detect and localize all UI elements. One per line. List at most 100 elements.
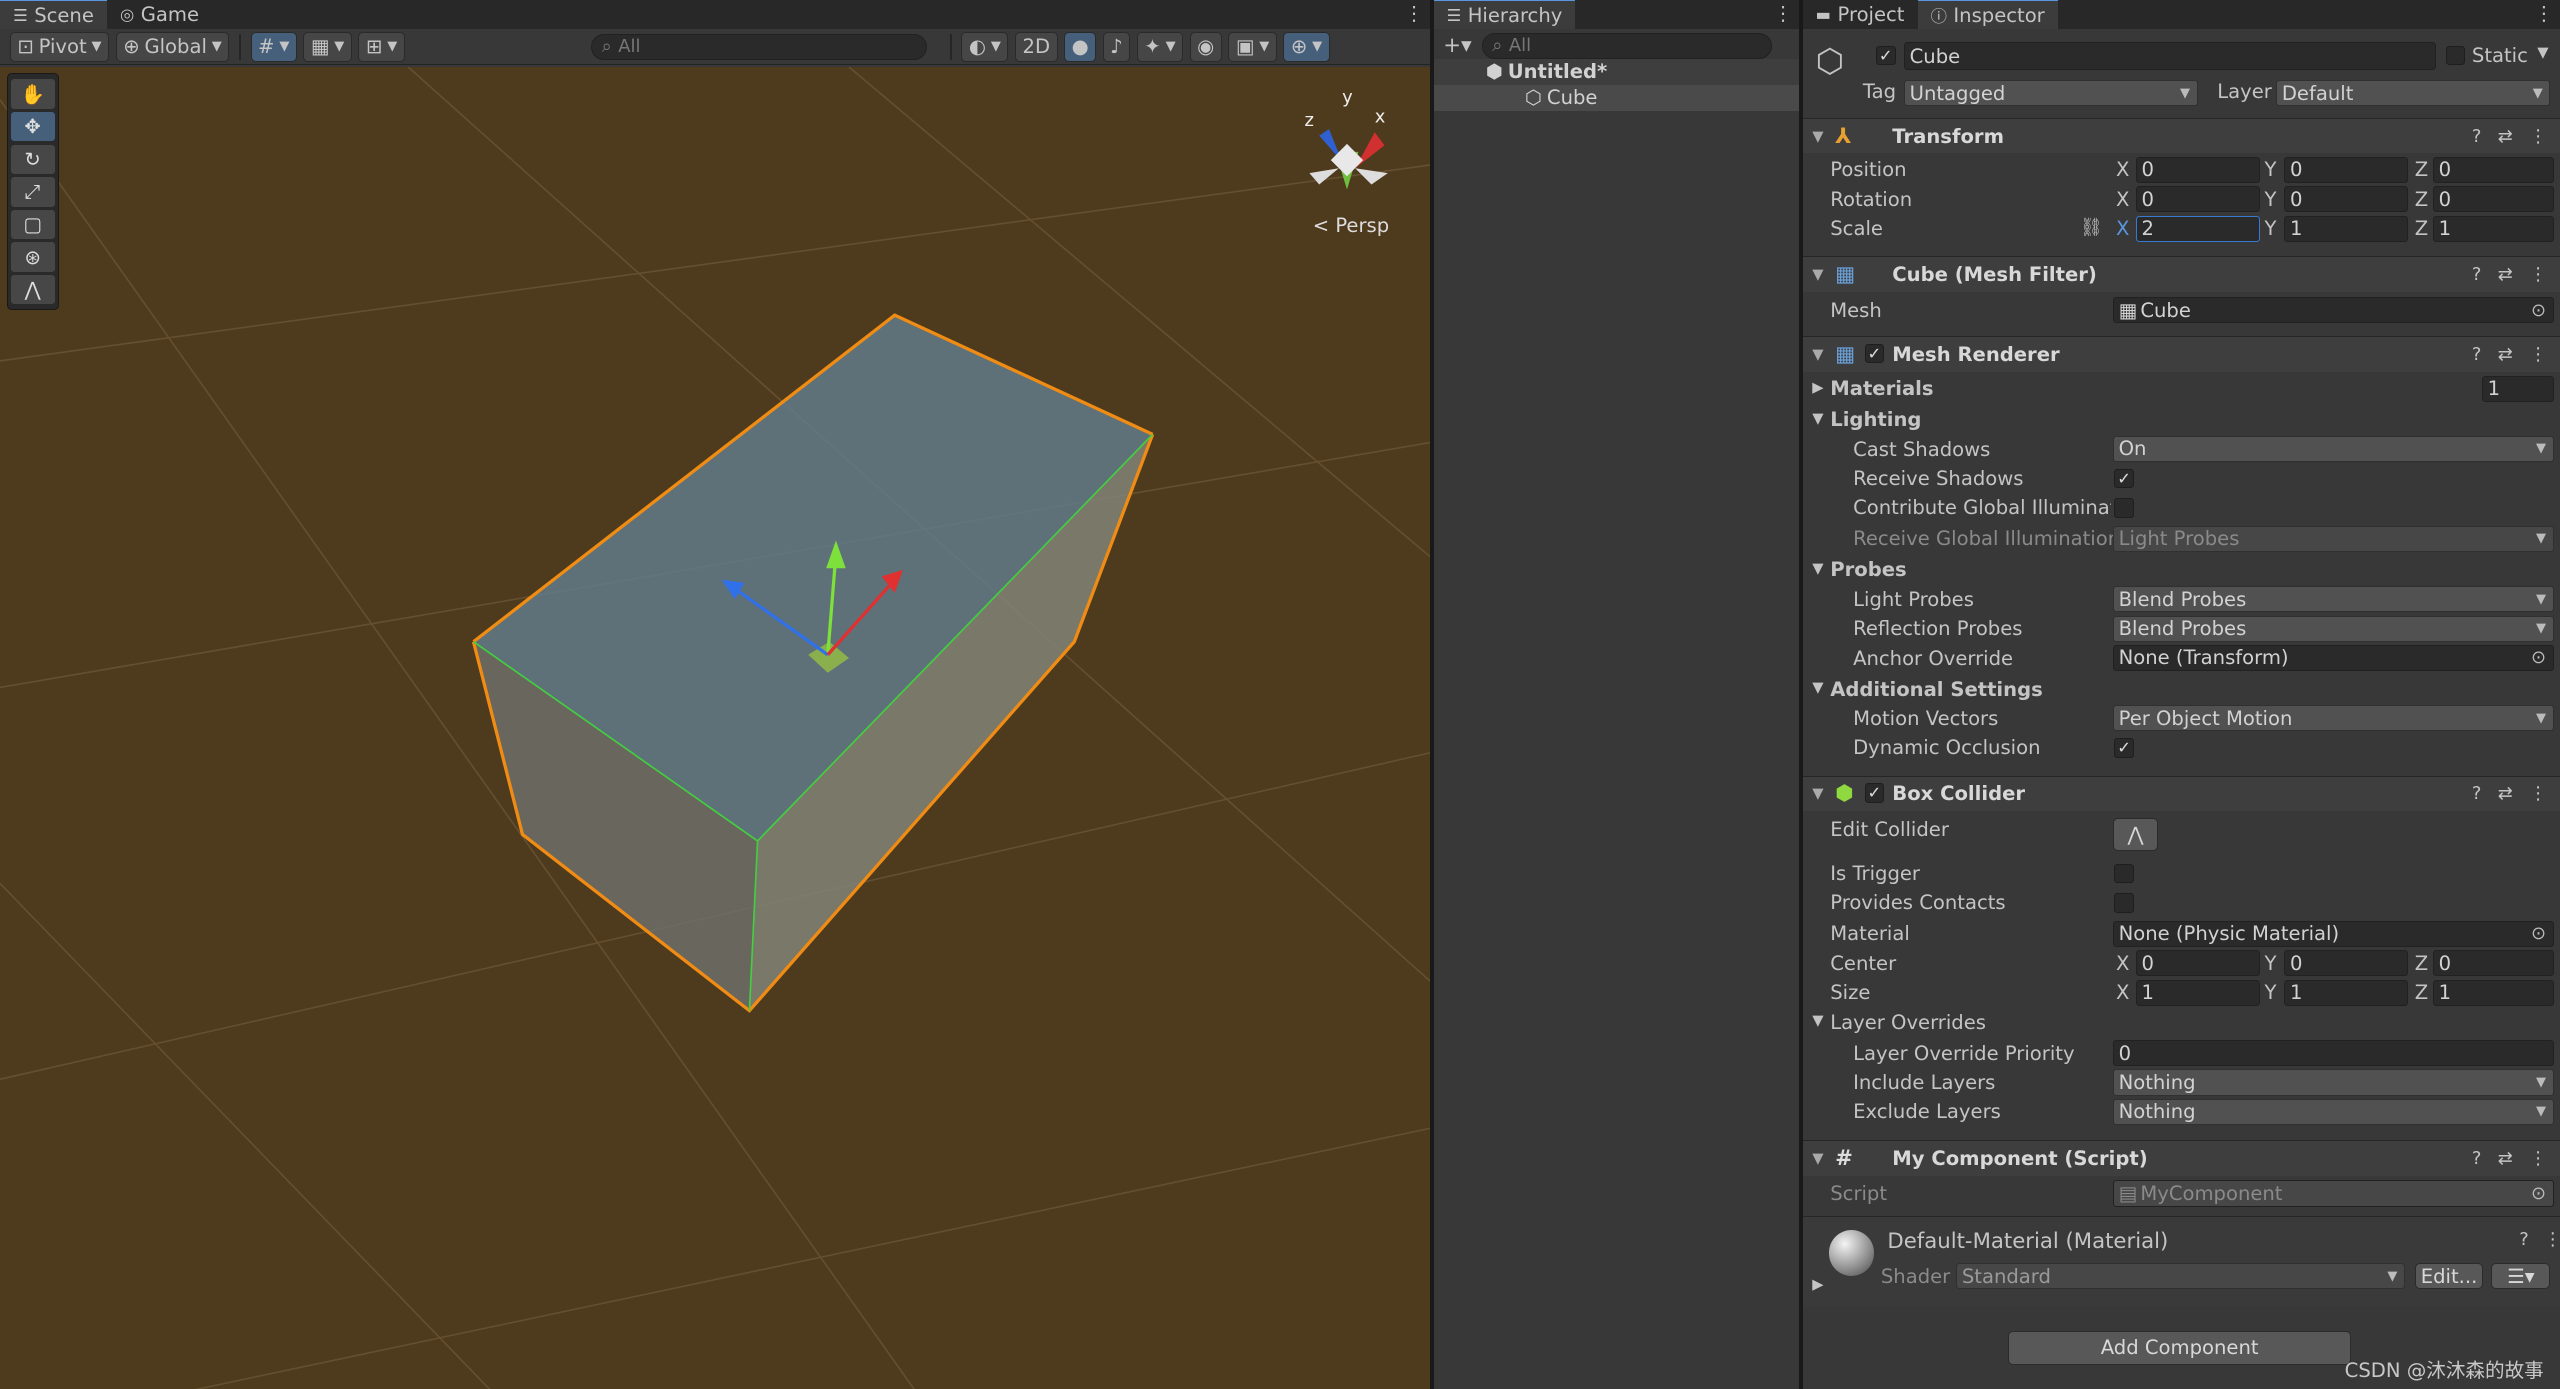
scene-row[interactable]: ⬢ Untitled* (1433, 58, 1800, 85)
center-y-field[interactable]: 0 (2284, 950, 2409, 977)
scale-tool-icon[interactable]: ⤢ (10, 177, 55, 207)
preset-icon[interactable]: ⇄ (2498, 1148, 2513, 1169)
component-menu-icon[interactable]: ⋮ (2529, 264, 2547, 285)
cube-mesh[interactable] (471, 313, 1155, 1013)
cast-shadows-dropdown[interactable]: On (2112, 435, 2554, 463)
static-checkbox[interactable] (2445, 45, 2466, 66)
component-menu-icon[interactable]: ⋮ (2529, 1148, 2547, 1169)
help-icon[interactable]: ? (2472, 264, 2482, 285)
position-z-field[interactable]: 0 (2432, 156, 2554, 183)
global-dropdown[interactable]: ⊕ Global ▼ (115, 32, 230, 62)
contribute-gi-checkbox[interactable] (2114, 497, 2134, 518)
expand-icon[interactable]: ▼ (1812, 679, 1823, 696)
layer-dropdown[interactable]: Default (2275, 80, 2551, 107)
collapse-icon[interactable]: ▶ (1812, 379, 1823, 396)
tab-game[interactable]: ◎ Game (107, 0, 212, 29)
active-checkbox[interactable]: ✓ (1875, 45, 1896, 66)
include-layers-dropdown[interactable]: Nothing (2112, 1069, 2554, 1096)
custom-tool-icon[interactable]: ⋀ (10, 275, 55, 305)
scale-z-field[interactable]: 1 (2432, 215, 2554, 242)
audio-toggle[interactable]: ♪ (1102, 32, 1131, 62)
mesh-object-field[interactable]: ▦ Cube (2112, 297, 2554, 324)
lighting-foldout[interactable]: Lighting (1830, 408, 1921, 431)
edit-collider-button[interactable]: ⋀ (2112, 817, 2159, 851)
toggle-2d-button[interactable]: 2D (1014, 32, 1058, 62)
layer-overrides-foldout[interactable]: Layer Overrides (1830, 1011, 1986, 1034)
pivot-dropdown[interactable]: ⊡ Pivot ▼ (9, 32, 110, 62)
grid-toggle-button[interactable]: ▦ ▼ (303, 32, 352, 62)
expand-icon[interactable]: ▼ (1812, 560, 1823, 577)
preset-icon[interactable]: ⇄ (2498, 126, 2513, 147)
add-icon[interactable]: +▾ (1443, 33, 1471, 58)
light-probes-dropdown[interactable]: Blend Probes (2112, 586, 2554, 613)
orientation-gizmo[interactable]: y x z (1305, 87, 1388, 190)
materials-count-field[interactable]: 1 (2481, 375, 2554, 402)
tab-scene[interactable]: ☰ Scene (0, 0, 107, 30)
provides-contacts-checkbox[interactable] (2114, 893, 2134, 913)
lighting-toggle[interactable]: ● (1064, 32, 1097, 62)
collapse-icon[interactable]: ▶ (1812, 1276, 1823, 1293)
move-tool-icon[interactable]: ✥ (10, 111, 55, 142)
scene-viewport[interactable]: y x z ✋ ✥ ↻ ⤢ ▢ ⊛ ⋀ < Persp (0, 66, 1431, 1389)
inspector-menu-icon[interactable]: ⋮ (2534, 2, 2554, 25)
component-menu-icon[interactable]: ⋮ (2529, 344, 2547, 365)
is-trigger-checkbox[interactable] (2114, 863, 2134, 884)
grid-snap-button[interactable]: # ▼ (250, 32, 297, 62)
position-x-field[interactable]: 0 (2135, 156, 2260, 183)
center-z-field[interactable]: 0 (2432, 950, 2554, 977)
tag-dropdown[interactable]: Untagged (1903, 80, 2198, 107)
layer-override-priority-field[interactable]: 0 (2112, 1040, 2554, 1067)
projection-label[interactable]: < Persp (1313, 214, 1389, 237)
help-icon[interactable]: ? (2472, 783, 2482, 804)
scene-menu-icon[interactable]: ⋮ (1404, 2, 1424, 25)
size-z-field[interactable]: 1 (2432, 979, 2554, 1006)
expand-icon[interactable]: ▼ (1812, 410, 1823, 427)
help-icon[interactable]: ? (2472, 1148, 2482, 1169)
rotation-z-field[interactable]: 0 (2432, 186, 2554, 213)
preset-icon[interactable]: ⇄ (2498, 783, 2513, 804)
component-menu-icon[interactable]: ⋮ (2529, 126, 2547, 147)
rotation-y-field[interactable]: 0 (2284, 186, 2409, 213)
box-collider-header[interactable]: ▼ ⬢ ✓ Box Collider ? ⇄ ⋮ (1802, 775, 2560, 812)
help-icon[interactable]: ? (2472, 344, 2482, 365)
dynamic-occlusion-checkbox[interactable]: ✓ (2114, 737, 2134, 758)
anchor-override-field[interactable]: None (Transform) (2112, 644, 2554, 672)
tab-project[interactable]: ▬ Project (1803, 0, 1918, 29)
add-component-button[interactable]: Add Component (2008, 1330, 2352, 1365)
scene-search-input[interactable]: ⌕ All (590, 33, 928, 60)
shader-dropdown[interactable]: Standard (1955, 1263, 2405, 1290)
shader-options-button[interactable]: ☰▾ (2491, 1263, 2551, 1290)
effects-dropdown[interactable]: ✦ ▼ (1136, 32, 1184, 62)
mesh-renderer-enabled-checkbox[interactable]: ✓ (1864, 343, 1885, 364)
visibility-toggle[interactable]: ◉ (1189, 32, 1222, 62)
help-icon[interactable]: ? (2519, 1229, 2529, 1250)
hierarchy-item-cube[interactable]: ⬡ Cube (1433, 84, 1800, 111)
mesh-renderer-header[interactable]: ▼ ▦ ✓ Mesh Renderer ? ⇄ ⋮ (1802, 336, 2560, 373)
size-y-field[interactable]: 1 (2284, 979, 2409, 1006)
reflection-probes-dropdown[interactable]: Blend Probes (2112, 615, 2554, 642)
box-collider-enabled-checkbox[interactable]: ✓ (1864, 783, 1885, 803)
chevron-down-icon[interactable]: ▼ (2537, 44, 2548, 61)
rotation-x-field[interactable]: 0 (2135, 186, 2260, 213)
preset-icon[interactable]: ⇄ (2498, 264, 2513, 285)
receive-shadows-checkbox[interactable]: ✓ (2114, 468, 2134, 489)
hand-tool-icon[interactable]: ✋ (10, 79, 55, 109)
hierarchy-menu-icon[interactable]: ⋮ (1773, 2, 1793, 25)
collider-material-field[interactable]: None (Physic Material) (2112, 920, 2554, 947)
transform-header[interactable]: ▼ ⅄ Transform ? ⇄ ⋮ (1802, 117, 2560, 154)
exclude-layers-dropdown[interactable]: Nothing (2112, 1098, 2554, 1125)
rotate-tool-icon[interactable]: ↻ (10, 144, 55, 174)
scale-x-field[interactable]: 2 (2135, 215, 2260, 242)
materials-foldout[interactable]: Materials (1830, 377, 1933, 400)
center-x-field[interactable]: 0 (2135, 950, 2260, 977)
motion-vectors-dropdown[interactable]: Per Object Motion (2112, 705, 2554, 732)
position-y-field[interactable]: 0 (2284, 156, 2409, 183)
my-component-header[interactable]: ▼ # My Component (Script) ? ⇄ ⋮ (1802, 1139, 2560, 1176)
expand-icon[interactable]: ▼ (1812, 1012, 1823, 1029)
gizmos-dropdown[interactable]: ⊕ ▼ (1283, 32, 1330, 62)
component-menu-icon[interactable]: ⋮ (2529, 783, 2547, 804)
draw-mode-dropdown[interactable]: ◐ ▼ (961, 32, 1009, 62)
component-menu-icon[interactable]: ⋮ (2544, 1229, 2560, 1250)
rect-tool-icon[interactable]: ▢ (10, 209, 55, 240)
probes-foldout[interactable]: Probes (1830, 558, 1906, 581)
